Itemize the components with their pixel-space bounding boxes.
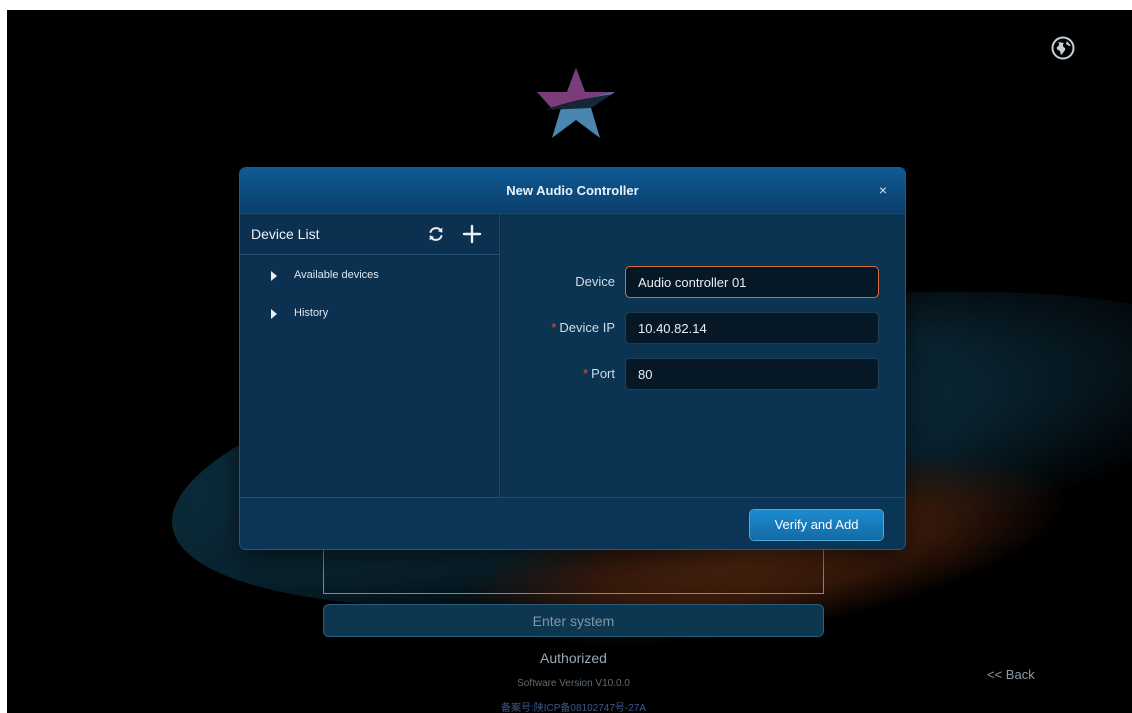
- device-list-panel: Device List Available devices History: [240, 214, 500, 497]
- close-icon[interactable]: ×: [875, 182, 891, 198]
- device-ip-input[interactable]: [625, 312, 879, 344]
- caret-right-icon: [271, 309, 277, 319]
- enter-system-button[interactable]: Enter system: [323, 604, 824, 637]
- port-input[interactable]: [625, 358, 879, 390]
- dialog-title: New Audio Controller: [506, 183, 639, 198]
- tree-item-available-devices[interactable]: Available devices: [240, 262, 500, 290]
- device-list-title: Device List: [251, 226, 320, 242]
- dialog-header: New Audio Controller ×: [240, 168, 905, 214]
- tree-item-label: Available devices: [294, 269, 379, 281]
- dialog-footer: Verify and Add: [240, 497, 905, 549]
- caret-right-icon: [271, 271, 277, 281]
- logo-icon: [537, 68, 615, 138]
- device-list-header: Device List: [240, 214, 500, 255]
- authorized-text: Authorized: [540, 650, 607, 666]
- device-form: Device *Device IP *Port: [501, 214, 905, 497]
- back-link[interactable]: << Back: [987, 667, 1035, 682]
- tree-item-label: History: [294, 307, 329, 319]
- globe-icon[interactable]: [1051, 36, 1075, 60]
- login-panel: [323, 546, 824, 594]
- tree-item-history[interactable]: History: [240, 300, 500, 328]
- new-audio-controller-dialog: New Audio Controller × Device List Avail…: [240, 168, 905, 549]
- add-icon[interactable]: [462, 224, 482, 244]
- app-background: Enter system Authorized Software Version…: [7, 10, 1132, 713]
- refresh-icon[interactable]: [426, 224, 446, 244]
- verify-and-add-button[interactable]: Verify and Add: [750, 510, 883, 540]
- icp-link[interactable]: 备案号:陕ICP备08102747号-27A: [323, 699, 824, 713]
- device-name-input[interactable]: [625, 266, 879, 298]
- device-label: Device: [575, 274, 615, 289]
- port-label: * Port: [583, 366, 615, 381]
- device-ip-label: * Device IP: [551, 320, 615, 335]
- software-version: Software Version V10.0.0: [517, 678, 630, 689]
